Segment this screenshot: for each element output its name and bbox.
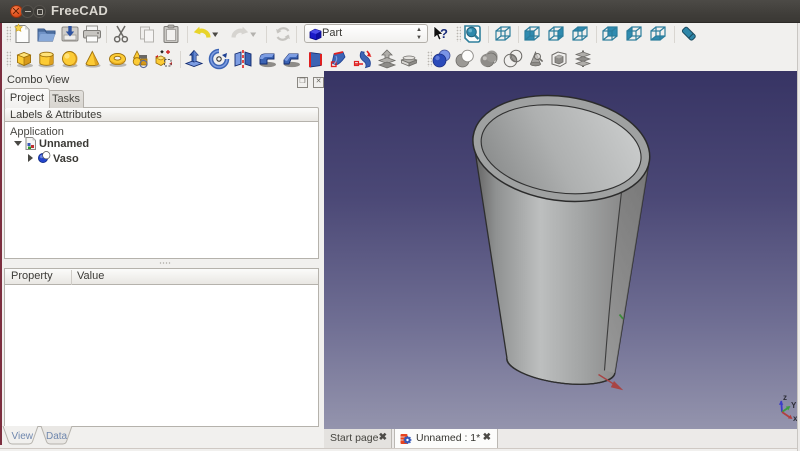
svg-text:?: ? — [440, 26, 448, 41]
svg-text:Data: Data — [46, 431, 68, 442]
svg-text:View: View — [12, 431, 34, 442]
svg-text:z: z — [783, 393, 787, 402]
